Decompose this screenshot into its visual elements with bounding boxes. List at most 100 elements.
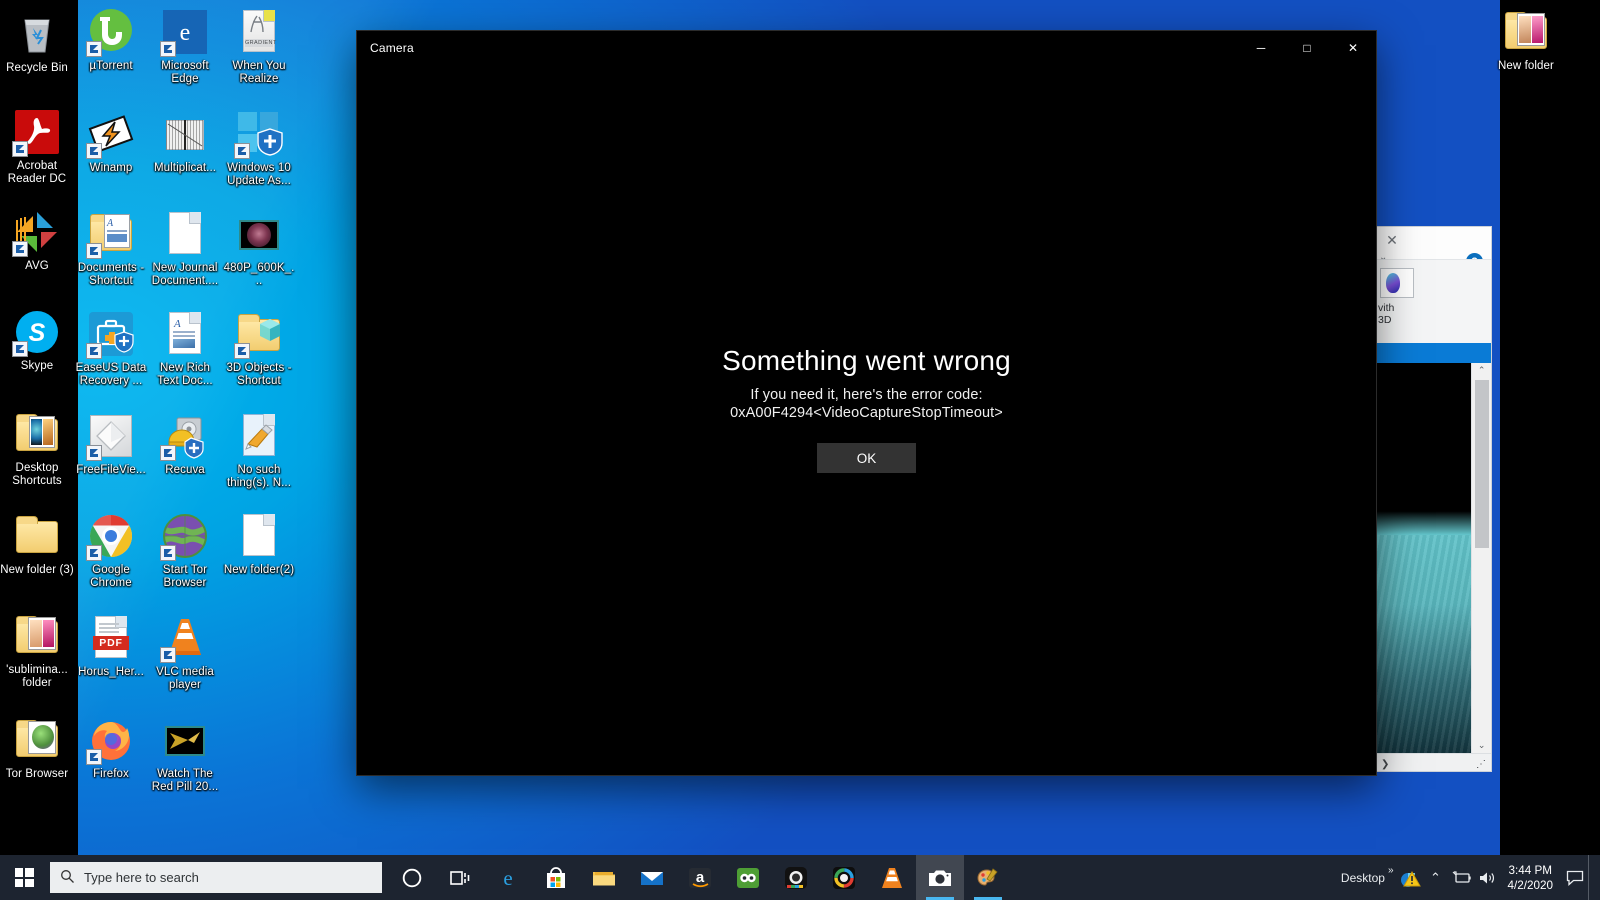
- taskbar-item-amazon[interactable]: a: [676, 855, 724, 900]
- edit-with-paint-3d-icon[interactable]: [1380, 268, 1414, 298]
- edge-icon: e: [160, 8, 209, 57]
- desktop-icon-label: Horus_Her...: [78, 666, 144, 678]
- paint-ribbon[interactable]: vith 3D: [1377, 259, 1491, 343]
- desktop-icon-label: VLC media player: [156, 666, 214, 691]
- tor-browser-icon: [160, 512, 209, 561]
- taskbar-item-tripadvisor[interactable]: [724, 855, 772, 900]
- taskbar-item-photos[interactable]: [820, 855, 868, 900]
- desktop-icon-desktop-shortcuts[interactable]: Desktop Shortcuts: [0, 410, 74, 487]
- error-title: Something went wrong: [722, 345, 1011, 376]
- desktop-icon-label: Microsoft Edge: [161, 60, 209, 85]
- battery-icon[interactable]: [1449, 855, 1475, 900]
- scroll-down-icon[interactable]: ⌄: [1478, 738, 1486, 753]
- desktop-icon-firefox[interactable]: Firefox: [74, 716, 148, 781]
- volume-icon[interactable]: [1475, 855, 1501, 900]
- camera-window[interactable]: Camera ─ □ ✕ Something went wrong If you…: [357, 31, 1376, 775]
- desktop-icon-new-rich-text-doc[interactable]: A New Rich Text Doc...: [148, 310, 222, 387]
- taskbar-item-mail[interactable]: [628, 855, 676, 900]
- action-center-icon[interactable]: [1562, 855, 1588, 900]
- shortcut-overlay-icon: [234, 343, 250, 359]
- desktop-icon-microsoft-edge[interactable]: e Microsoft Edge: [148, 8, 222, 85]
- desktop-icon-tor-browser-folder[interactable]: Tor Browser: [0, 716, 74, 781]
- ok-button[interactable]: OK: [817, 443, 916, 473]
- taskbar-items: e a: [388, 855, 1012, 900]
- desktop-icon-utorrent[interactable]: µTorrent: [74, 8, 148, 73]
- desktop-icon-recuva[interactable]: Recuva: [148, 412, 222, 477]
- error-subtitle: If you need it, here's the error code:: [750, 387, 983, 403]
- horizontal-scroll-right-icon[interactable]: ❯: [1381, 759, 1389, 770]
- avg-icon: [12, 208, 61, 257]
- desktop-icon-new-folder[interactable]: New folder: [1489, 8, 1563, 73]
- desktop-icon-no-such-things[interactable]: No such thing(s). N...: [222, 412, 296, 489]
- taskbar-item-camera[interactable]: [916, 855, 964, 900]
- desktop-icon-start-tor-browser[interactable]: Start Tor Browser: [148, 512, 222, 589]
- close-button[interactable]: ✕: [1330, 31, 1376, 65]
- desktop-icon-new-journal-document[interactable]: New Journal Document....: [148, 210, 222, 287]
- scrollbar-thumb[interactable]: [1474, 380, 1489, 548]
- desktop-icon-watch-the-red-pill[interactable]: Watch The Red Pill 20...: [148, 716, 222, 793]
- taskbar-item-edge[interactable]: e: [484, 855, 532, 900]
- desktop-icon-multiplication-image[interactable]: Multiplicat...: [148, 110, 222, 175]
- desktop-icon-when-you-realize[interactable]: GRADIENT When You Realize: [222, 8, 296, 85]
- show-desktop-button[interactable]: [1588, 855, 1596, 900]
- task-view-icon: [447, 865, 473, 891]
- firefox-icon: [86, 716, 135, 765]
- resize-grip-icon[interactable]: ⋰: [1476, 759, 1487, 770]
- desktop-icon-subliminal-folder[interactable]: 'sublimina... folder: [0, 612, 74, 689]
- taskbar-item-task-view[interactable]: [436, 855, 484, 900]
- desktop-icon-label: Desktop Shortcuts: [12, 462, 62, 487]
- desktop-icon-new-folder-2[interactable]: New folder(2): [222, 512, 296, 577]
- desktop-icon-recycle-bin[interactable]: Recycle Bin: [0, 10, 74, 75]
- desktop-icon-avg[interactable]: AVG: [0, 208, 74, 273]
- desktop-icon-label: 3D Objects - Shortcut: [226, 362, 292, 387]
- close-icon[interactable]: ✕: [1380, 230, 1404, 250]
- show-hidden-icons-icon[interactable]: ⌃: [1423, 855, 1449, 900]
- scroll-up-icon[interactable]: ⌃: [1478, 363, 1486, 378]
- desktop-icon-480p-video[interactable]: 480P_600K_...: [222, 210, 296, 287]
- taskbar-item-paint[interactable]: [964, 855, 1012, 900]
- edge-icon: e: [495, 865, 521, 891]
- shortcut-overlay-icon: [160, 545, 176, 561]
- desktop-icon-freefileviewer[interactable]: FreeFileVie...: [74, 412, 148, 477]
- avg-warning-icon[interactable]: [1397, 855, 1423, 900]
- folder-pictures-icon: [13, 410, 61, 458]
- desktop-icon-new-folder-3[interactable]: New folder (3): [0, 512, 74, 577]
- overflow-chevron-icon[interactable]: »: [1388, 865, 1394, 876]
- taskbar-item-camera-app[interactable]: [772, 855, 820, 900]
- clock-date: 4/2/2020: [1507, 878, 1554, 892]
- desktop-icon-windows-10-update-assistant[interactable]: Windows 10 Update As...: [222, 110, 296, 187]
- taskbar-item-cortana[interactable]: [388, 855, 436, 900]
- desktop-icon-easeus-data-recovery[interactable]: EaseUS Data Recovery ...: [74, 310, 148, 387]
- search-input[interactable]: Type here to search: [50, 862, 382, 893]
- desktop-icon-winamp[interactable]: Winamp: [74, 110, 148, 175]
- paint-canvas-area[interactable]: ⌃ ⌄: [1377, 363, 1491, 753]
- start-button[interactable]: [0, 855, 48, 900]
- edit-with-paint-3d-label: vith 3D: [1377, 302, 1491, 326]
- clock[interactable]: 3:44 PM 4/2/2020: [1501, 863, 1563, 893]
- desktop-icon-google-chrome[interactable]: Google Chrome: [74, 512, 148, 589]
- paint-canvas-image[interactable]: [1377, 363, 1472, 753]
- desktop-icon-acrobat-reader[interactable]: Acrobat Reader DC: [0, 108, 74, 185]
- desktop-icon-3d-objects-shortcut[interactable]: 3D Objects - Shortcut: [222, 310, 296, 387]
- right-black-strip: [1500, 0, 1600, 855]
- desktop-peek-label[interactable]: Desktop: [1337, 871, 1389, 885]
- taskbar-item-microsoft-store[interactable]: [532, 855, 580, 900]
- paint-window[interactable]: ✕ ⌄ ? vith 3D ⌃ ⌄ ❯ ⋰ +: [1376, 226, 1492, 772]
- taskbar-item-vlc[interactable]: [868, 855, 916, 900]
- maximize-button[interactable]: □: [1284, 31, 1330, 65]
- minimize-button[interactable]: ─: [1238, 31, 1284, 65]
- shortcut-overlay-icon: [86, 545, 102, 561]
- vertical-scrollbar[interactable]: ⌃ ⌄: [1471, 363, 1491, 753]
- gradient-document-icon: GRADIENT: [235, 8, 283, 56]
- desktop-icon-vlc-media-player[interactable]: VLC media player: [148, 614, 222, 691]
- desktop-icon-documents-shortcut[interactable]: A Documents - Shortcut: [74, 210, 148, 287]
- paint-titlebar[interactable]: ✕ ⌄ ?: [1377, 227, 1491, 270]
- camera-titlebar[interactable]: Camera ─ □ ✕: [357, 31, 1376, 65]
- desktop-icon-skype[interactable]: S Skype: [0, 308, 74, 373]
- paint-tab-strip[interactable]: [1377, 343, 1491, 363]
- camera-viewport[interactable]: Something went wrong If you need it, her…: [357, 65, 1376, 775]
- taskbar-item-file-explorer[interactable]: [580, 855, 628, 900]
- taskbar[interactable]: Type here to search e a Desktop » ⌃ 3:44…: [0, 855, 1600, 900]
- svg-text:e: e: [503, 866, 512, 890]
- desktop-icon-horus-her-pdf[interactable]: PDF Horus_Her...: [74, 614, 148, 679]
